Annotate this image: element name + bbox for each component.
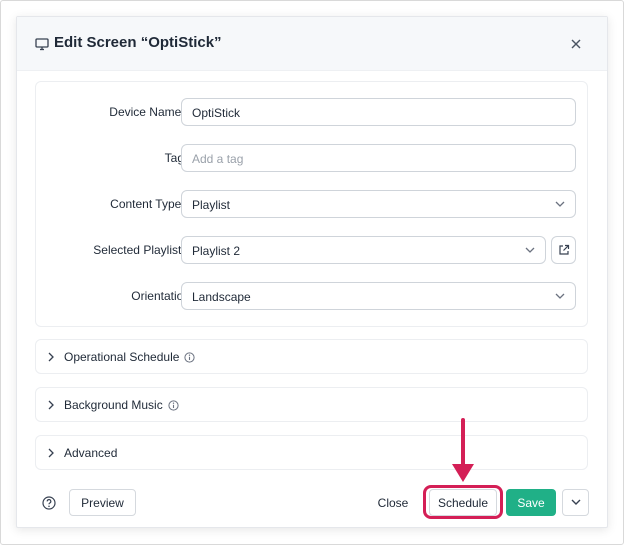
content-type-select[interactable]: Playlist: [181, 190, 576, 218]
chevron-right-icon: [48, 448, 54, 458]
chevron-down-icon: [571, 499, 580, 505]
monitor-icon: [35, 38, 49, 51]
selected-playlist-select[interactable]: Playlist 2: [181, 236, 546, 264]
section-label: Operational Schedule: [64, 350, 196, 364]
selected-playlist-value: Playlist 2: [192, 244, 241, 258]
orientation-row: Orientation Landscape: [36, 282, 587, 312]
device-name-row: Device Name* OptiStick: [36, 98, 587, 128]
help-circle-icon[interactable]: [42, 496, 56, 510]
edit-screen-modal: Edit Screen “OptiStick” Device Name* Opt…: [16, 16, 608, 528]
section-label: Background Music: [64, 398, 179, 412]
content-type-value: Playlist: [192, 198, 231, 212]
more-options-button[interactable]: [562, 489, 589, 516]
info-icon: [184, 352, 196, 363]
orientation-select[interactable]: Landscape: [181, 282, 576, 310]
chevron-down-icon: [525, 247, 535, 253]
tags-row: Tags Add a tag: [36, 144, 587, 174]
section-advanced[interactable]: Advanced: [35, 435, 588, 470]
section-operational-schedule[interactable]: Operational Schedule: [35, 339, 588, 374]
orientation-value: Landscape: [192, 290, 251, 304]
section-label: Advanced: [64, 446, 118, 460]
open-playlist-button[interactable]: [551, 236, 576, 264]
selected-playlist-label: Selected Playlist*: [93, 243, 190, 257]
modal-title: Edit Screen “OptiStick”: [54, 34, 222, 51]
content-type-row: Content Type* Playlist: [36, 190, 587, 220]
info-icon: [168, 400, 179, 411]
schedule-highlight: [423, 485, 503, 519]
chevron-down-icon: [555, 201, 565, 207]
chevron-right-icon: [48, 352, 54, 362]
close-icon[interactable]: [570, 38, 582, 50]
device-name-input[interactable]: OptiStick: [181, 98, 576, 126]
content-type-label: Content Type*: [110, 197, 190, 211]
save-button[interactable]: Save: [506, 489, 556, 516]
selected-playlist-row: Selected Playlist* Playlist 2: [36, 236, 587, 266]
preview-button[interactable]: Preview: [69, 489, 136, 516]
screen-form: Device Name* OptiStick Tags Add a tag Co…: [35, 81, 588, 327]
tags-input[interactable]: Add a tag: [181, 144, 576, 172]
modal-header: Edit Screen “OptiStick”: [17, 17, 607, 71]
close-button[interactable]: Close: [369, 489, 417, 516]
chevron-right-icon: [48, 400, 54, 410]
external-link-icon: [559, 244, 570, 255]
section-background-music[interactable]: Background Music: [35, 387, 588, 422]
device-name-label: Device Name*: [109, 105, 190, 119]
chevron-down-icon: [555, 293, 565, 299]
annotation-arrow: [452, 418, 474, 482]
